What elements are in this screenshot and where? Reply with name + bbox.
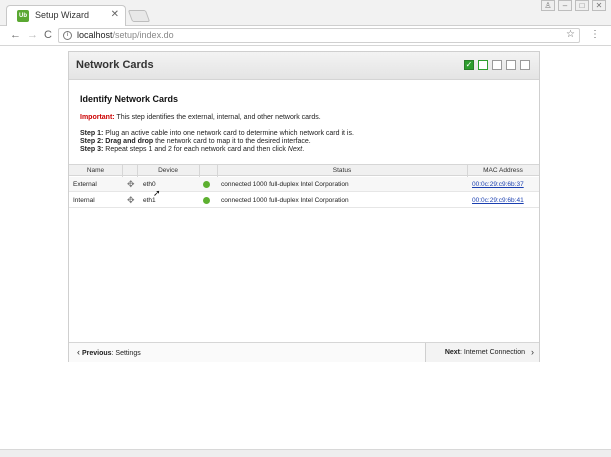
step-2-instruction: Step 2: Drag and drop the network card t…: [80, 138, 311, 145]
reload-icon[interactable]: C: [44, 29, 52, 41]
wizard-footer: ‹ Previous: Settings Next: Internet Conn…: [69, 342, 539, 362]
step-indicator-4: [506, 60, 516, 70]
profile-icon[interactable]: ♙: [541, 0, 555, 11]
url-path: /setup/index.do: [112, 30, 174, 40]
step-indicator-1-check-icon: ✓: [464, 60, 474, 70]
previous-label: Previous: [81, 350, 112, 357]
row-mac-link[interactable]: 00:0c:29:c9:6b:41: [472, 197, 524, 204]
step-3-next: Next: [287, 146, 303, 153]
back-icon[interactable]: ←: [10, 29, 21, 41]
important-label: Important:: [80, 114, 115, 121]
step-indicator-5: [520, 60, 530, 70]
network-cards-table-header: Name Device Status MAC Address: [69, 164, 539, 177]
chevron-right-icon: ›: [531, 347, 534, 357]
step-indicator-2: [478, 60, 488, 70]
maximize-button[interactable]: □: [575, 0, 589, 11]
row-name: Internal: [73, 197, 95, 204]
column-header-name[interactable]: Name: [69, 167, 122, 174]
step-2-label: Step 2:: [80, 138, 104, 145]
row-mac-link[interactable]: 00:0c:29:c9:6b:37: [472, 181, 524, 188]
address-bar[interactable]: i localhost/setup/index.do ☆: [58, 28, 580, 43]
step-2-text: the network card to map it to the desire…: [153, 138, 311, 145]
url-text: localhost/setup/index.do: [77, 30, 174, 40]
url-host: localhost: [77, 30, 113, 40]
important-text: This step identifies the external, inter…: [114, 114, 321, 121]
page-title: Network Cards: [76, 59, 154, 71]
minimize-button[interactable]: –: [558, 0, 572, 11]
drag-move-icon[interactable]: ✥: [127, 179, 135, 190]
status-connected-icon: [203, 197, 210, 204]
tab-title: Setup Wizard: [35, 10, 90, 20]
close-tab-icon[interactable]: ✕: [111, 9, 119, 20]
step-1-instruction: Step 1: Plug an active cable into one ne…: [80, 130, 354, 137]
step-3-instruction: Step 3: Repeat steps 1 and 2 for each ne…: [80, 146, 304, 153]
wizard-panel: Network Cards ✓ Identify Network Cards I…: [68, 51, 540, 362]
browser-titlebar: Ub Setup Wizard ✕ ♙ – □ ✕: [0, 0, 611, 26]
row-status: connected 1000 full-duplex Intel Corpora…: [221, 181, 349, 188]
mouse-cursor-icon: ➚: [153, 188, 161, 198]
row-name: External: [73, 181, 97, 188]
important-note: Important: This step identifies the exte…: [80, 114, 321, 121]
next-label: Next: [444, 349, 460, 356]
step-indicator-3: [492, 60, 502, 70]
row-device[interactable]: eth0: [143, 181, 156, 188]
new-tab-button[interactable]: [127, 10, 151, 22]
table-row[interactable]: Internal ✥ eth1 connected 1000 full-dupl…: [69, 193, 539, 208]
forward-icon[interactable]: →: [27, 29, 38, 41]
previous-target: : Settings: [111, 350, 141, 357]
row-status: connected 1000 full-duplex Intel Corpora…: [221, 197, 349, 204]
next-button[interactable]: Next: Internet Connection ›: [425, 343, 539, 362]
step-3-end: .: [302, 146, 305, 153]
previous-button[interactable]: ‹ Previous: Settings: [69, 343, 149, 362]
browser-toolbar: ← → C i localhost/setup/index.do ☆ ⋮: [0, 26, 611, 46]
column-header-mac[interactable]: MAC Address: [467, 167, 539, 174]
step-3-label: Step 3:: [80, 146, 104, 153]
app-favicon-icon: Ub: [17, 10, 29, 22]
browser-menu-icon[interactable]: ⋮: [590, 29, 600, 40]
status-connected-icon: [203, 181, 210, 188]
step-1-text: Plug an active cable into one network ca…: [103, 130, 354, 137]
column-header-status[interactable]: Status: [217, 167, 467, 174]
table-row[interactable]: External ✥ eth0 connected 1000 full-dupl…: [69, 177, 539, 192]
step-3-text: Repeat steps 1 and 2 for each network ca…: [103, 146, 288, 153]
browser-tab[interactable]: Ub Setup Wizard ✕: [6, 5, 126, 26]
bookmark-star-icon[interactable]: ☆: [566, 29, 575, 40]
chevron-left-icon: ‹: [77, 347, 80, 357]
column-header-device[interactable]: Device: [137, 167, 199, 174]
info-icon[interactable]: i: [63, 31, 72, 40]
section-heading: Identify Network Cards: [80, 94, 179, 104]
next-target: : Internet Connection: [460, 349, 525, 356]
step-2-bold: Drag and drop: [103, 138, 154, 145]
close-window-button[interactable]: ✕: [592, 0, 606, 11]
drag-move-icon[interactable]: ✥: [127, 195, 135, 206]
browser-status-bar: [0, 449, 611, 457]
step-1-label: Step 1:: [80, 130, 104, 137]
wizard-header: Network Cards ✓: [69, 52, 539, 80]
